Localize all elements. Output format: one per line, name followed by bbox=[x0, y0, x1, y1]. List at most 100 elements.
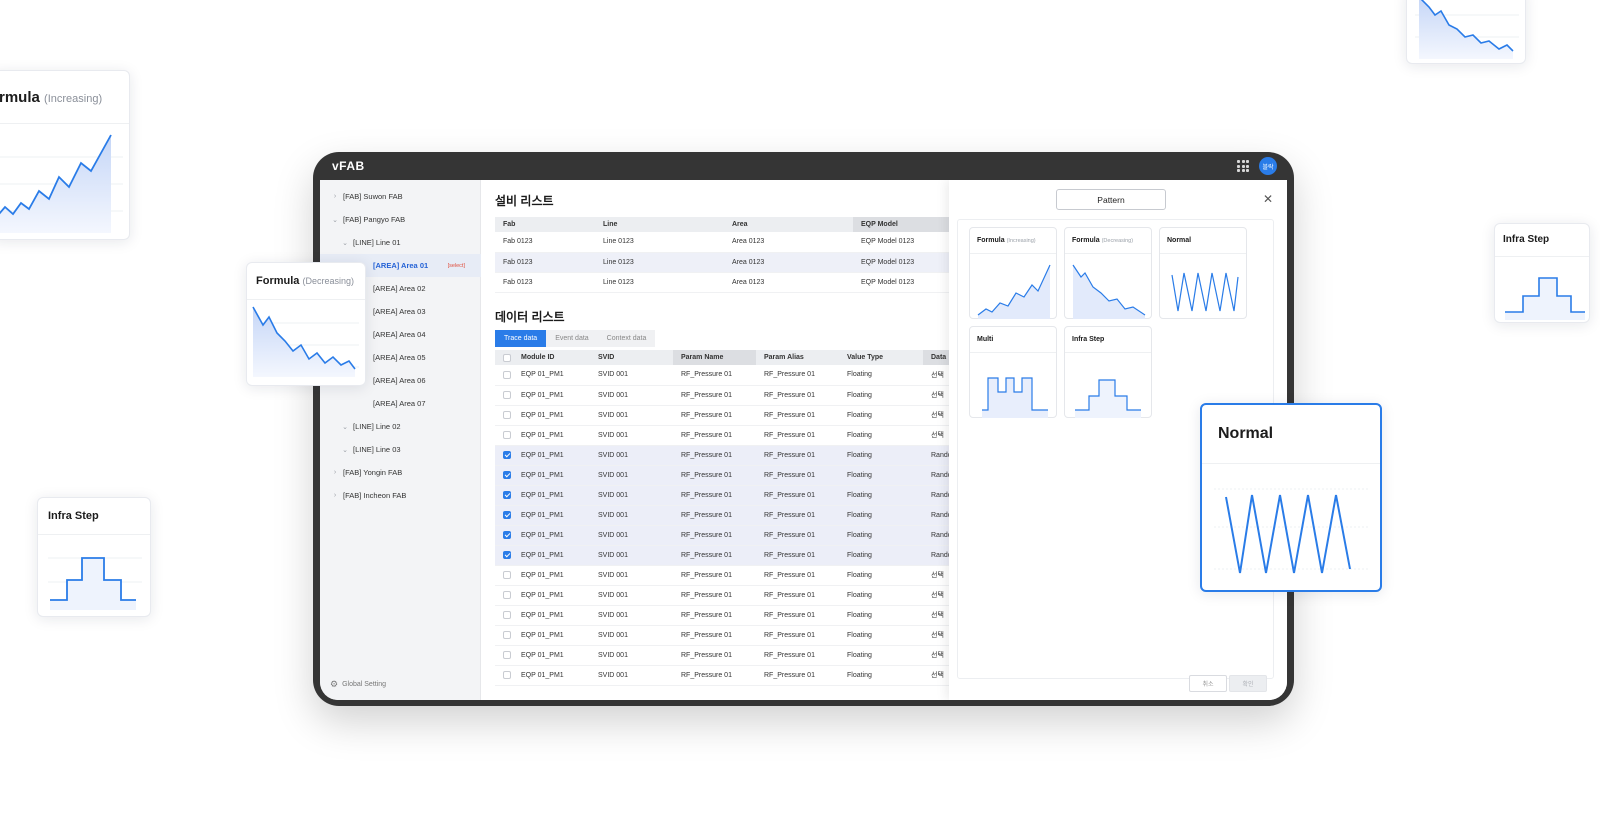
row-checkbox-cell[interactable] bbox=[495, 605, 513, 626]
column-header[interactable]: Value Type bbox=[839, 350, 923, 365]
table-cell: EQP 01_PM1 bbox=[513, 445, 590, 466]
avatar[interactable]: 블락 bbox=[1259, 157, 1277, 175]
row-checkbox[interactable] bbox=[503, 451, 511, 459]
row-checkbox[interactable] bbox=[503, 531, 511, 539]
tab-context-data[interactable]: Context data bbox=[597, 330, 656, 347]
pattern-card-step[interactable]: Infra Step bbox=[1064, 326, 1152, 418]
tab-event-data[interactable]: Event data bbox=[546, 330, 598, 347]
table-row[interactable]: EQP 01_PM1 SVID 001 RF_Pressure 01 RF_Press… bbox=[495, 465, 965, 486]
table-cell: RF_Pressure 01 bbox=[673, 625, 756, 646]
row-checkbox[interactable] bbox=[503, 551, 511, 559]
row-checkbox[interactable] bbox=[503, 370, 511, 379]
row-checkbox-cell[interactable] bbox=[495, 425, 513, 446]
column-header[interactable]: Param Alias bbox=[756, 350, 839, 365]
apps-grid-icon[interactable] bbox=[1237, 160, 1249, 172]
table-row[interactable]: EQP 01_PM1 SVID 001 RF_Pressure 01 RF_Press… bbox=[495, 645, 965, 666]
sidebar-item[interactable]: ⌄ [LINE] Line 03 bbox=[320, 438, 481, 461]
table-row[interactable]: Fab 0123 Line 0123 Area 0123 EQP Model 0123 bbox=[495, 232, 965, 253]
sidebar-item[interactable]: ⌄ [FAB] Pangyo FAB bbox=[320, 208, 481, 231]
sidebar-item[interactable]: ⌄ [LINE] Line 01 bbox=[320, 231, 481, 254]
row-checkbox[interactable] bbox=[503, 671, 511, 679]
row-checkbox-cell[interactable] bbox=[495, 625, 513, 646]
table-row[interactable]: EQP 01_PM1 SVID 001 RF_Pressure 01 RF_Press… bbox=[495, 565, 965, 586]
row-checkbox-cell[interactable] bbox=[495, 525, 513, 546]
row-checkbox[interactable] bbox=[503, 431, 511, 439]
pattern-card-multi[interactable]: Multi bbox=[969, 326, 1057, 418]
data-tabs: Trace data Event data Context data bbox=[495, 330, 656, 347]
sidebar-item[interactable]: › [FAB] Yongin FAB bbox=[320, 461, 481, 484]
column-header[interactable]: Module ID bbox=[513, 350, 590, 365]
row-checkbox-cell[interactable] bbox=[495, 645, 513, 666]
column-header[interactable]: Param Name bbox=[673, 350, 756, 365]
table-row[interactable]: EQP 01_PM1 SVID 001 RF_Pressure 01 RF_Press… bbox=[495, 365, 965, 386]
table-cell: EQP 01_PM1 bbox=[513, 385, 590, 406]
table-row[interactable]: EQP 01_PM1 SVID 001 RF_Pressure 01 RF_Press… bbox=[495, 665, 965, 686]
row-checkbox-cell[interactable] bbox=[495, 465, 513, 486]
row-checkbox-cell[interactable] bbox=[495, 665, 513, 686]
sidebar-item[interactable]: ⌄ [LINE] Line 02 bbox=[320, 415, 481, 438]
sidebar-item[interactable]: › [FAB] Incheon FAB bbox=[320, 484, 481, 507]
row-checkbox[interactable] bbox=[503, 391, 511, 399]
equipment-list-title: 설비 리스트 bbox=[495, 194, 554, 208]
table-row[interactable]: EQP 01_PM1 SVID 001 RF_Pressure 01 RF_Press… bbox=[495, 505, 965, 526]
row-checkbox[interactable] bbox=[503, 651, 511, 659]
sidebar-item[interactable]: › [FAB] Suwon FAB bbox=[320, 185, 481, 208]
global-setting-link[interactable]: ⚙ Global Setting bbox=[330, 679, 386, 690]
tab-trace-data[interactable]: Trace data bbox=[495, 330, 547, 347]
row-checkbox[interactable] bbox=[503, 631, 511, 639]
row-checkbox-cell[interactable] bbox=[495, 505, 513, 526]
close-icon[interactable]: ✕ bbox=[1263, 192, 1273, 206]
table-row[interactable]: Fab 0123 Line 0123 Area 0123 EQP Model 0123 bbox=[495, 272, 965, 293]
row-checkbox-cell[interactable] bbox=[495, 565, 513, 586]
column-header[interactable]: Area bbox=[724, 217, 853, 232]
chevron-right-icon: › bbox=[333, 193, 337, 200]
pattern-card-increasing[interactable]: Formula (Increasing) bbox=[969, 227, 1057, 319]
tablet-frame: vFAB 블락 › [FAB] Suwon FAB ⌄ [FAB] Pangyo FA… bbox=[313, 152, 1294, 706]
row-checkbox-cell[interactable] bbox=[495, 445, 513, 466]
table-cell: Line 0123 bbox=[595, 272, 724, 293]
infra-step-chart bbox=[48, 557, 142, 610]
pattern-card-normal[interactable]: Normal bbox=[1159, 227, 1247, 319]
table-row[interactable]: EQP 01_PM1 SVID 001 RF_Pressure 01 RF_Press… bbox=[495, 525, 965, 546]
row-checkbox[interactable] bbox=[503, 511, 511, 519]
table-row[interactable]: EQP 01_PM1 SVID 001 RF_Pressure 01 RF_Press… bbox=[495, 425, 965, 446]
row-checkbox[interactable] bbox=[503, 571, 511, 579]
row-checkbox[interactable] bbox=[503, 591, 511, 599]
select-all-checkbox[interactable] bbox=[503, 353, 511, 362]
column-header[interactable]: Line bbox=[595, 217, 724, 232]
row-checkbox-cell[interactable] bbox=[495, 405, 513, 426]
table-row[interactable]: EQP 01_PM1 SVID 001 RF_Pressure 01 RF_Press… bbox=[495, 405, 965, 426]
row-checkbox-cell[interactable] bbox=[495, 545, 513, 566]
row-checkbox-cell[interactable] bbox=[495, 485, 513, 506]
table-row[interactable]: EQP 01_PM1 SVID 001 RF_Pressure 01 RF_Press… bbox=[495, 605, 965, 626]
row-checkbox-cell[interactable] bbox=[495, 385, 513, 406]
table-row[interactable]: EQP 01_PM1 SVID 001 RF_Pressure 01 RF_Press… bbox=[495, 385, 965, 406]
table-cell: RF_Pressure 01 bbox=[673, 545, 756, 566]
column-header[interactable]: Fab bbox=[495, 217, 595, 232]
row-checkbox-cell[interactable] bbox=[495, 585, 513, 606]
table-cell: RF_Pressure 01 bbox=[673, 365, 756, 386]
select-all-checkbox-cell[interactable] bbox=[495, 350, 513, 365]
pattern-button[interactable]: Pattern bbox=[1056, 189, 1166, 210]
table-row[interactable]: EQP 01_PM1 SVID 001 RF_Pressure 01 RF_Press… bbox=[495, 545, 965, 566]
table-cell: SVID 001 bbox=[590, 645, 673, 666]
row-checkbox[interactable] bbox=[503, 471, 511, 479]
table-row[interactable]: EQP 01_PM1 SVID 001 RF_Pressure 01 RF_Press… bbox=[495, 585, 965, 606]
table-cell: SVID 001 bbox=[590, 505, 673, 526]
sidebar-item[interactable]: [AREA] Area 07 bbox=[320, 392, 481, 415]
table-row[interactable]: EQP 01_PM1 SVID 001 RF_Pressure 01 RF_Press… bbox=[495, 625, 965, 646]
row-checkbox[interactable] bbox=[503, 491, 511, 499]
table-cell: SVID 001 bbox=[590, 545, 673, 566]
column-header[interactable]: SVID bbox=[590, 350, 673, 365]
table-row[interactable]: EQP 01_PM1 SVID 001 RF_Pressure 01 RF_Press… bbox=[495, 445, 965, 466]
cancel-button[interactable]: 취소 bbox=[1189, 675, 1227, 692]
row-checkbox[interactable] bbox=[503, 611, 511, 619]
table-cell: SVID 001 bbox=[590, 605, 673, 626]
row-checkbox[interactable] bbox=[503, 411, 511, 419]
table-row[interactable]: Fab 0123 Line 0123 Area 0123 EQP Model 0123 bbox=[495, 252, 965, 273]
pattern-card-decreasing[interactable]: Formula (Decreasing) bbox=[1064, 227, 1152, 319]
table-row[interactable]: EQP 01_PM1 SVID 001 RF_Pressure 01 RF_Press… bbox=[495, 485, 965, 506]
confirm-button[interactable]: 확인 bbox=[1229, 675, 1267, 692]
row-checkbox-cell[interactable] bbox=[495, 365, 513, 386]
table-cell: RF_Pressure 01 bbox=[756, 665, 839, 686]
